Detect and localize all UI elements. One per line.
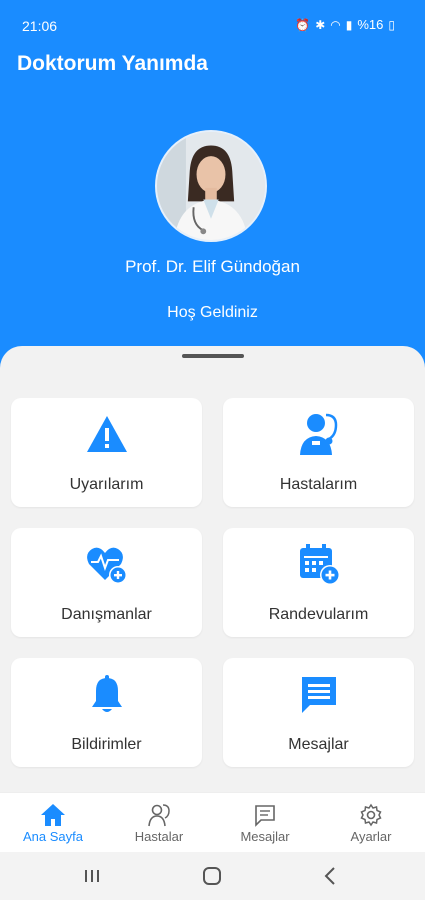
nav-home[interactable]: Ana Sayfa	[0, 793, 106, 853]
nav-label: Ana Sayfa	[23, 829, 83, 844]
nav-label: Mesajlar	[240, 829, 290, 844]
card-randevularim[interactable]: Randevularım	[223, 528, 414, 637]
card-label: Mesajlar	[288, 736, 349, 753]
back-icon[interactable]	[318, 864, 342, 888]
gear-icon	[318, 803, 424, 827]
card-mesajlar[interactable]: Mesajlar	[223, 658, 414, 767]
message-icon	[223, 670, 414, 718]
chat-icon	[212, 803, 318, 827]
calendar-plus-icon	[223, 540, 414, 588]
home-icon	[0, 803, 106, 827]
card-label: Bildirimler	[71, 736, 142, 753]
card-hastalarim[interactable]: Hastalarım	[223, 398, 414, 507]
card-danismanlar[interactable]: Danışmanlar	[11, 528, 202, 637]
nav-settings[interactable]: Ayarlar	[318, 793, 424, 853]
card-label: Danışmanlar	[61, 606, 152, 623]
nav-patients[interactable]: Hastalar	[106, 793, 212, 853]
nav-label: Ayarlar	[350, 829, 392, 844]
battery-icon: ▯	[388, 17, 395, 32]
menu-sheet: Uyarılarım Hastalarım Danışmanlar Randev…	[0, 346, 425, 792]
card-label: Randevularım	[268, 606, 369, 623]
status-time: 21:06	[22, 18, 58, 34]
app-title: Doktorum Yanımda	[17, 52, 208, 75]
card-uyarilarim[interactable]: Uyarılarım	[11, 398, 202, 507]
warning-icon	[11, 410, 202, 458]
heart-plus-icon	[11, 540, 202, 588]
system-navigation-bar	[0, 852, 425, 900]
card-bildirimler[interactable]: Bildirimler	[11, 658, 202, 767]
doctor-name: Prof. Dr. Elif Gündoğan	[125, 257, 300, 276]
home-button-icon[interactable]	[200, 864, 224, 888]
bluetooth-icon: ✱	[315, 17, 326, 32]
doctor-avatar	[155, 130, 267, 242]
nav-messages[interactable]: Mesajlar	[212, 793, 318, 853]
alarm-icon: ⏰	[295, 17, 311, 32]
status-icons: ⏰ ✱ ◠ ▮ %16 ▯	[295, 17, 395, 32]
bell-icon	[11, 670, 202, 718]
battery-percent: %16	[357, 17, 384, 32]
signal-icon: ▮	[345, 17, 353, 32]
sheet-drag-handle[interactable]	[182, 354, 244, 358]
bottom-navigation: Ana Sayfa Hastalar Mesajlar Ayarlar	[0, 792, 425, 852]
doctor-stethoscope-icon	[223, 410, 414, 458]
card-label: Hastalarım	[279, 476, 358, 493]
wifi-icon: ◠	[330, 17, 341, 32]
patients-icon	[106, 803, 212, 827]
recent-apps-icon[interactable]	[80, 864, 104, 888]
status-bar: 21:06 ⏰ ✱ ◠ ▮ %16 ▯	[0, 0, 425, 48]
nav-label: Hastalar	[134, 829, 184, 844]
welcome-text: Hoş Geldiniz	[167, 304, 258, 321]
card-label: Uyarılarım	[69, 476, 144, 493]
